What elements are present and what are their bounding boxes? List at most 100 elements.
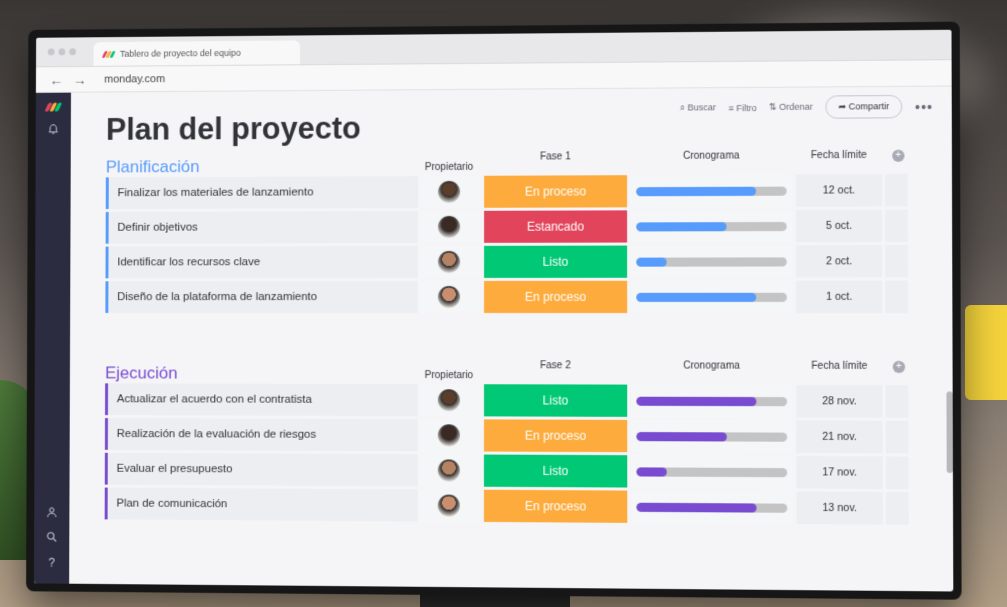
timeline-cell[interactable] <box>631 384 793 418</box>
search-button[interactable]: ⌕ Buscar <box>680 102 716 113</box>
group-title[interactable]: Ejecución <box>105 364 177 384</box>
screen: Tablero de proyecto del equipo ← → monda… <box>33 29 954 592</box>
monitor: Tablero de proyecto del equipo ← → monda… <box>26 21 962 600</box>
timeline-progress <box>636 396 757 406</box>
status-badge[interactable]: Listo <box>484 245 628 278</box>
owner-cell[interactable] <box>417 454 480 487</box>
help-icon[interactable]: ? <box>48 556 55 570</box>
timeline-progress <box>636 221 727 231</box>
timeline-cell[interactable] <box>631 280 793 314</box>
item-name[interactable]: Identificar los recursos clave <box>105 245 419 279</box>
column-header-owner[interactable]: Propietario <box>418 162 480 173</box>
due-date[interactable]: 13 nov. <box>796 491 883 525</box>
item-name[interactable]: Evaluar el presupuesto <box>104 452 418 487</box>
due-date[interactable]: 17 nov. <box>796 455 883 489</box>
add-column-icon[interactable]: + <box>892 360 906 374</box>
due-date[interactable]: 2 oct. <box>795 245 883 278</box>
timeline-cell[interactable] <box>631 455 793 489</box>
timeline-cell[interactable] <box>631 174 792 208</box>
table-row[interactable]: Realización de la evaluación de riesgos E… <box>104 418 909 454</box>
monday-logo-icon[interactable] <box>44 102 63 112</box>
owner-cell[interactable] <box>417 245 481 278</box>
board-toolbar: ⌕ Buscar ≡ Filtro ⇅ Ordenar ➦ Compartir … <box>680 94 933 120</box>
filter-label: Filtro <box>736 102 757 113</box>
owner-cell[interactable] <box>418 175 481 209</box>
url-field[interactable]: monday.com <box>104 73 165 85</box>
table-row[interactable]: Evaluar el presupuesto Listo 17 nov. <box>104 452 909 490</box>
owner-cell[interactable] <box>418 210 481 243</box>
group-title[interactable]: Planificación <box>106 157 200 177</box>
browser-tab[interactable]: Tablero de proyecto del equipo <box>93 40 301 66</box>
owner-cell[interactable] <box>417 489 480 522</box>
table-row[interactable]: Definir objetivos Estancado 5 oct. <box>105 209 908 244</box>
column-header-due[interactable]: Fecha límite <box>796 150 882 162</box>
timeline-cell[interactable] <box>631 245 792 278</box>
sort-button[interactable]: ⇅ Ordenar <box>769 102 813 113</box>
person-icon[interactable] <box>46 506 58 521</box>
owner-cell[interactable] <box>417 280 481 314</box>
arrow-left-icon[interactable]: ← <box>50 72 64 88</box>
column-header-timeline[interactable]: Cronograma <box>631 150 792 162</box>
timeline-progress <box>636 257 667 267</box>
timeline-bar <box>636 431 788 442</box>
due-date[interactable]: 5 oct. <box>795 209 883 243</box>
maximize-window-dot[interactable] <box>69 48 77 56</box>
item-name[interactable]: Realización de la evaluación de riesgos <box>104 418 418 452</box>
owner-cell[interactable] <box>417 419 480 452</box>
status-badge[interactable]: Listo <box>483 454 628 488</box>
due-date[interactable]: 28 nov. <box>796 384 883 418</box>
avatar[interactable] <box>438 180 461 203</box>
scrollbar[interactable] <box>946 391 953 474</box>
item-name[interactable]: Definir objetivos <box>105 211 419 244</box>
due-date[interactable]: 1 oct. <box>796 280 883 314</box>
table-row[interactable]: Identificar los recursos clave Listo 2 oct… <box>105 244 908 279</box>
timeline-progress <box>636 431 727 441</box>
avatar[interactable] <box>438 215 461 238</box>
filter-button[interactable]: ≡ Filtro <box>728 103 756 113</box>
status-badge[interactable]: Listo <box>483 384 628 417</box>
table-row[interactable]: Finalizar los materiales de lanzamiento E… <box>105 173 908 210</box>
item-name[interactable]: Diseño de la plataforma de lanzamiento <box>105 280 418 314</box>
empty-cell <box>885 280 909 314</box>
avatar[interactable] <box>437 285 460 308</box>
status-badge[interactable]: En proceso <box>484 280 628 314</box>
table-row[interactable]: Diseño de la plataforma de lanzamiento En… <box>105 280 909 314</box>
avatar[interactable] <box>437 494 460 517</box>
more-options-button[interactable]: ••• <box>915 98 933 114</box>
column-header-phase[interactable]: Fase 2 <box>484 360 627 371</box>
bell-icon[interactable] <box>47 123 59 138</box>
status-badge[interactable]: Estancado <box>484 210 628 243</box>
column-header-owner[interactable]: Propietario <box>418 370 480 381</box>
window-controls[interactable] <box>47 48 77 56</box>
close-window-dot[interactable] <box>47 48 55 56</box>
due-date[interactable]: 21 nov. <box>796 420 883 454</box>
table-row[interactable]: Plan de comunicación En proceso 13 nov. <box>104 487 909 525</box>
share-button[interactable]: ➦ Compartir <box>825 94 903 119</box>
owner-cell[interactable] <box>417 384 480 417</box>
column-header-timeline[interactable]: Cronograma <box>631 360 792 371</box>
search-icon[interactable] <box>46 531 58 546</box>
item-name[interactable]: Plan de comunicación <box>104 487 418 522</box>
table-row[interactable]: Actualizar el acuerdo con el contratista… <box>105 383 909 418</box>
share-label: Compartir <box>848 101 890 112</box>
column-header-phase[interactable]: Fase 1 <box>484 151 627 163</box>
due-date[interactable]: 12 oct. <box>795 174 883 207</box>
arrow-right-icon[interactable]: → <box>73 71 87 87</box>
item-name[interactable]: Actualizar el acuerdo con el contratista <box>105 383 418 417</box>
avatar[interactable] <box>437 389 460 412</box>
item-label: Actualizar el acuerdo con el contratista <box>116 393 312 406</box>
minimize-window-dot[interactable] <box>58 48 66 56</box>
status-badge[interactable]: En proceso <box>484 175 628 208</box>
status-badge[interactable]: En proceso <box>483 489 628 523</box>
avatar[interactable] <box>437 250 461 273</box>
avatar[interactable] <box>437 424 460 447</box>
group-color-bar <box>104 487 108 520</box>
column-header-due[interactable]: Fecha límite <box>796 361 882 372</box>
add-column-icon[interactable]: + <box>892 149 905 162</box>
status-badge[interactable]: En proceso <box>483 419 628 453</box>
item-name[interactable]: Finalizar los materiales de lanzamiento <box>105 176 419 210</box>
timeline-cell[interactable] <box>631 209 792 243</box>
avatar[interactable] <box>437 459 460 482</box>
timeline-cell[interactable] <box>631 419 793 453</box>
timeline-cell[interactable] <box>631 490 793 524</box>
